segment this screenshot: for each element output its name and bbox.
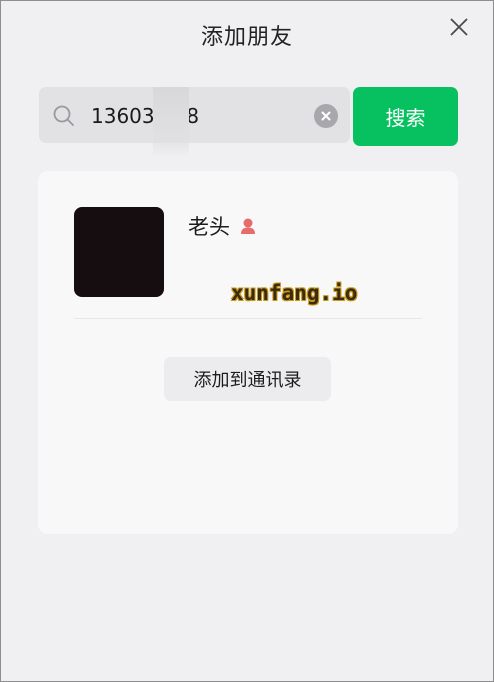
redaction-blur xyxy=(153,87,189,157)
female-icon xyxy=(238,216,258,236)
search-input[interactable] xyxy=(89,97,313,135)
name-row: 老头 xyxy=(188,211,258,241)
clear-icon[interactable] xyxy=(314,104,338,128)
avatar[interactable] xyxy=(74,207,164,297)
window-title: 添加朋友 xyxy=(200,25,293,50)
close-icon[interactable] xyxy=(447,15,471,39)
search-icon xyxy=(52,104,76,128)
search-bar[interactable] xyxy=(39,87,350,157)
divider xyxy=(74,318,422,319)
result-card: 老头 添加到通讯录 xyxy=(38,171,458,534)
watermark: xunfang.io xyxy=(231,281,358,305)
add-to-contacts-button[interactable]: 添加到通讯录 xyxy=(164,357,331,401)
search-button[interactable]: 搜索 xyxy=(353,87,458,146)
contact-name: 老头 xyxy=(188,215,230,239)
